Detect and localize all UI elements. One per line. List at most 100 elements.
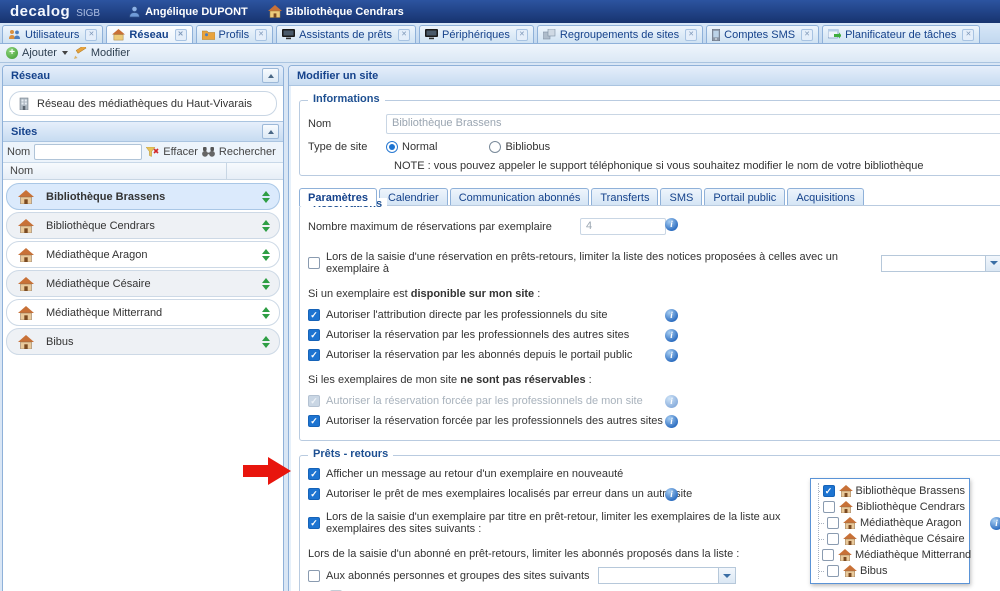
tab-label: Utilisateurs — [25, 29, 79, 41]
chevron-down-icon — [62, 51, 68, 55]
info-icon[interactable]: i — [990, 517, 1000, 530]
abonnes-personnes-checkbox[interactable] — [308, 570, 320, 582]
info-icon[interactable]: i — [665, 329, 678, 342]
attribution-directe-checkbox[interactable] — [308, 309, 320, 321]
message-nouveaute-checkbox[interactable] — [308, 468, 320, 480]
dropdown-item[interactable]: Médiathèque Mitterrand — [819, 547, 965, 563]
pret-localises-checkbox[interactable] — [308, 488, 320, 500]
close-icon[interactable]: ✕ — [85, 29, 97, 41]
dropdown-checkbox[interactable] — [827, 565, 839, 577]
resa-pros-autres-sites-checkbox[interactable] — [308, 329, 320, 341]
info-icon[interactable]: i — [665, 395, 678, 408]
house-icon — [18, 219, 34, 233]
add-button[interactable]: + Ajouter — [6, 47, 68, 59]
tab-communication-abonnes[interactable]: Communication abonnés — [450, 188, 590, 206]
tab-portail-public[interactable]: Portail public — [704, 188, 785, 206]
dropdown-item-label: Bibus — [860, 565, 888, 577]
radio-bibliobus-label: Bibliobus — [505, 141, 550, 153]
edit-site-header: Modifier un site — [289, 66, 1000, 86]
house-icon — [843, 517, 857, 529]
tab-comptes-sms[interactable]: Comptes SMS ✕ — [706, 25, 819, 43]
clear-filter-button[interactable]: Effacer — [163, 146, 198, 158]
site-name: Bibliothèque Brassens — [46, 191, 250, 203]
collapse-button[interactable] — [262, 124, 279, 139]
info-icon[interactable]: i — [665, 349, 678, 362]
window-tab-strip: Utilisateurs ✕ Réseau ✕ Profils ✕ Assist… — [0, 23, 1000, 44]
collapse-button[interactable] — [262, 68, 279, 83]
dropdown-item[interactable]: Bibliothèque Brassens — [819, 483, 965, 499]
close-icon[interactable]: ✕ — [685, 29, 697, 41]
close-icon[interactable]: ✕ — [175, 29, 187, 41]
close-icon[interactable]: ✕ — [801, 29, 813, 41]
reorder-arrows-icon[interactable] — [262, 191, 270, 203]
tab-calendrier[interactable]: Calendrier — [379, 188, 448, 206]
close-icon[interactable]: ✕ — [398, 29, 410, 41]
select-dropdown-button[interactable] — [985, 256, 1000, 271]
tab-reseau[interactable]: Réseau ✕ — [106, 25, 192, 43]
abonnes-sites-select[interactable] — [598, 567, 736, 584]
reorder-arrows-icon[interactable] — [262, 220, 270, 232]
tab-planificateur-de-taches[interactable]: Planificateur de tâches ✕ — [822, 25, 980, 43]
select-dropdown-button[interactable] — [718, 568, 735, 583]
info-icon[interactable]: i — [665, 218, 678, 231]
edit-button[interactable]: Modifier — [74, 47, 130, 59]
site-row[interactable]: Bibliothèque Brassens — [6, 183, 280, 210]
site-row[interactable]: Médiathèque Aragon — [6, 241, 280, 268]
building-icon — [18, 97, 30, 110]
dropdown-checkbox[interactable] — [822, 549, 834, 561]
clear-filter-icon[interactable] — [146, 147, 159, 158]
sites-column-header[interactable]: Nom — [3, 163, 283, 180]
dropdown-checkbox[interactable] — [827, 517, 839, 529]
limiter-exemplaires-checkbox[interactable] — [308, 517, 320, 529]
tab-regroupements-de-sites[interactable]: Regroupements de sites ✕ — [537, 25, 703, 43]
close-icon[interactable]: ✕ — [516, 29, 528, 41]
search-icon[interactable] — [202, 147, 215, 157]
dropdown-item[interactable]: Bibus — [819, 563, 965, 579]
tab-label: Planificateur de tâches — [845, 29, 956, 41]
dropdown-item[interactable]: Médiathèque Aragon — [819, 515, 965, 531]
tab-label: Assistants de prêts — [299, 29, 392, 41]
radio-bibliobus[interactable] — [489, 141, 501, 153]
close-icon[interactable]: ✕ — [962, 29, 974, 41]
site-name-filter-input[interactable] — [34, 144, 142, 160]
name-label: Nom — [308, 118, 386, 130]
reorder-arrows-icon[interactable] — [262, 278, 270, 290]
reorder-arrows-icon[interactable] — [262, 336, 270, 348]
dropdown-checkbox[interactable] — [827, 533, 839, 545]
site-row[interactable]: Médiathèque Césaire — [6, 270, 280, 297]
current-user[interactable]: Angélique DUPONT — [128, 5, 248, 18]
max-reservations-field: 4 — [580, 218, 666, 235]
tab-transferts[interactable]: Transferts — [591, 188, 658, 206]
search-button[interactable]: Rechercher — [219, 146, 276, 158]
dropdown-item[interactable]: Médiathèque Césaire — [819, 531, 965, 547]
limit-notices-checkbox[interactable] — [308, 257, 320, 269]
dropdown-item-label: Médiathèque Césaire — [860, 533, 965, 545]
exemplaire-site-select[interactable] — [881, 255, 1000, 272]
site-row[interactable]: Bibus — [6, 328, 280, 355]
tab-sms[interactable]: SMS — [660, 188, 702, 206]
reorder-arrows-icon[interactable] — [262, 249, 270, 261]
resa-forcee-autres-checkbox[interactable] — [308, 415, 320, 427]
resa-abonnes-portail-checkbox[interactable] — [308, 349, 320, 361]
dropdown-checkbox[interactable] — [823, 501, 835, 513]
info-icon[interactable]: i — [665, 415, 678, 428]
radio-normal[interactable] — [386, 141, 398, 153]
tab-parametres[interactable]: Paramètres — [299, 188, 377, 206]
current-site[interactable]: Bibliothèque Cendrars — [268, 5, 404, 18]
info-icon[interactable]: i — [665, 309, 678, 322]
site-row[interactable]: Médiathèque Mitterrand — [6, 299, 280, 326]
tab-utilisateurs[interactable]: Utilisateurs ✕ — [2, 25, 103, 43]
tab-profils[interactable]: Profils ✕ — [196, 25, 274, 43]
tab-peripheriques[interactable]: Périphériques ✕ — [419, 25, 534, 43]
limiter-exemplaires-label: Lors de la saisie d'un exemplaire par ti… — [326, 511, 814, 535]
tab-assistants-de-prets[interactable]: Assistants de prêts ✕ — [276, 25, 416, 43]
close-icon[interactable]: ✕ — [255, 29, 267, 41]
network-panel-title: Réseau — [11, 70, 50, 82]
info-icon[interactable]: i — [665, 488, 678, 501]
dropdown-checkbox[interactable] — [823, 485, 835, 497]
reorder-arrows-icon[interactable] — [262, 307, 270, 319]
dropdown-item[interactable]: Bibliothèque Cendrars — [819, 499, 965, 515]
tab-acquisitions[interactable]: Acquisitions — [787, 188, 864, 206]
site-row[interactable]: Bibliothèque Cendrars — [6, 212, 280, 239]
network-item[interactable]: Réseau des médiathèques du Haut-Vivarais — [9, 91, 277, 116]
